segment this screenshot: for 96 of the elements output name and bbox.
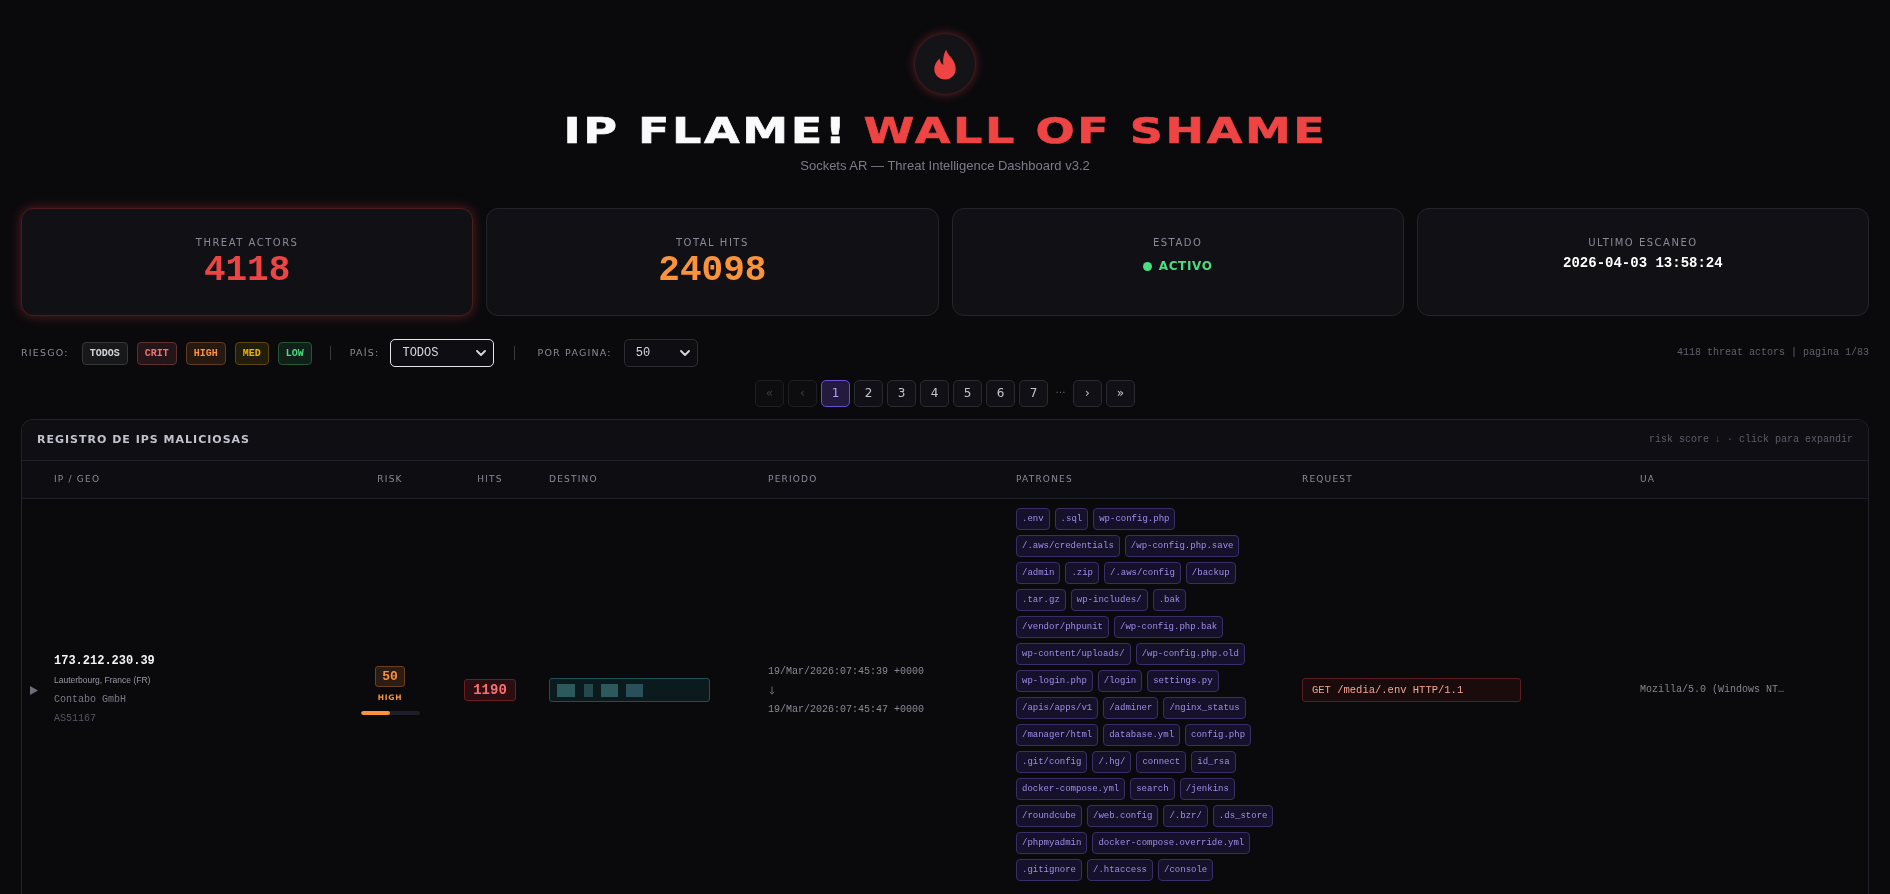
pattern-tag: /adminer: [1103, 697, 1159, 719]
pattern-tag: /.bzr/: [1163, 805, 1208, 827]
risk-filter-label: RIESGO:: [21, 347, 69, 359]
results-summary: 4118 threat actors | pagina 1/83: [1676, 347, 1869, 359]
column-header: RISK: [377, 474, 403, 485]
pattern-tag: .bak: [1152, 589, 1187, 611]
pattern-tag: .tar.gz: [1016, 589, 1066, 611]
pattern-tag: /wp-config.php.old: [1135, 643, 1245, 665]
pattern-tag: /wp-config.php.save: [1124, 535, 1240, 557]
expand-caret-icon[interactable]: [30, 685, 38, 695]
table-title: REGISTRO DE IPS MALICIOSAS: [37, 433, 250, 447]
flame-logo-icon: [914, 33, 976, 95]
pattern-tag: /admin: [1016, 562, 1061, 584]
next-page-button[interactable]: ›: [1073, 380, 1102, 407]
page-button[interactable]: 7: [1019, 380, 1048, 407]
pattern-tag: /wp-config.php.bak: [1114, 616, 1224, 638]
pattern-tag: .gitignore: [1016, 859, 1082, 881]
risk-score-badge: 50: [375, 665, 405, 687]
pattern-tag: config.php: [1185, 724, 1252, 746]
pattern-tag: /phpmyadmin: [1016, 832, 1088, 854]
pattern-tag: /.aws/config: [1104, 562, 1181, 584]
chevron-down-icon: [476, 350, 487, 356]
period-start: 19/Mar/2026:07:45:39 +0000: [768, 664, 925, 679]
hits-badge: 1190: [464, 679, 516, 701]
risk-filter-button[interactable]: LOW: [277, 341, 312, 365]
pattern-tag: /nginx_status: [1163, 697, 1246, 719]
risk-filter-button[interactable]: CRIT: [136, 341, 177, 365]
pattern-tag: wp-content/uploads/: [1016, 643, 1131, 665]
column-header: REQUEST: [1302, 474, 1353, 485]
risk-filter-button[interactable]: MED: [234, 341, 269, 365]
pattern-tag: /vendor/phpunit: [1016, 616, 1109, 638]
pattern-tag: id_rsa: [1191, 751, 1236, 773]
pattern-tag: wp-includes/: [1070, 589, 1148, 611]
page-button[interactable]: 5: [953, 380, 982, 407]
pattern-tag: .sql: [1054, 508, 1089, 530]
pattern-tag: /.hg/: [1092, 751, 1132, 773]
status-value: ACTIVO: [1158, 258, 1213, 274]
scan-timestamp: 2026-04-03 13:58:24: [1563, 255, 1723, 271]
table-hint: risk score ↓ · click para expandir: [1648, 434, 1853, 446]
pagination-ellipsis: …: [1054, 384, 1067, 395]
pattern-tag: /roundcube: [1016, 805, 1082, 827]
country-select[interactable]: TODOS: [390, 339, 495, 367]
pattern-tag: .git/config: [1016, 751, 1088, 773]
pattern-tag: /jenkins: [1179, 778, 1235, 800]
stat-label: THREAT ACTORS: [195, 236, 299, 249]
column-header: PATRONES: [1016, 474, 1073, 485]
page-button[interactable]: 1: [821, 380, 850, 407]
last-page-button[interactable]: »: [1106, 380, 1135, 407]
pattern-tag: connect: [1136, 751, 1187, 773]
page-button[interactable]: 4: [920, 380, 949, 407]
stat-value: 24098: [658, 251, 767, 291]
chevron-down-icon: [679, 350, 690, 356]
pattern-tag: docker-compose.yml: [1016, 778, 1126, 800]
pattern-tag: search: [1130, 778, 1175, 800]
pattern-tag: .ds_store: [1212, 805, 1274, 827]
column-header: HITS: [477, 474, 503, 485]
per-page-select[interactable]: 50: [623, 339, 698, 367]
risk-filter-button[interactable]: HIGH: [185, 341, 226, 365]
pattern-tag: /login: [1097, 670, 1143, 692]
location-text: Lauterbourg, France (FR): [54, 673, 151, 687]
pattern-tag: /.aws/credentials: [1016, 535, 1120, 557]
ip-address: 173.212.230.39: [54, 652, 155, 670]
country-filter-label: PAÍS:: [349, 347, 380, 359]
down-arrow-icon: [769, 685, 775, 695]
pattern-tag: .env: [1016, 508, 1050, 530]
pattern-tag: database.yml: [1103, 724, 1181, 746]
page-button[interactable]: 3: [887, 380, 916, 407]
user-agent-text: Mozilla/5.0 (Windows NT…: [1640, 683, 1785, 697]
stat-label: ULTIMO ESCANEO: [1588, 236, 1698, 249]
risk-filter-button[interactable]: TODOS: [81, 341, 128, 365]
column-header: UA: [1640, 474, 1656, 485]
organization-name: Contabo GmbH: [54, 692, 126, 707]
column-header: IP / GEO: [54, 474, 101, 485]
column-header: DESTINO: [549, 474, 598, 485]
column-header: PERIODO: [768, 474, 818, 485]
pattern-tag: docker-compose.override.yml: [1092, 832, 1251, 854]
pattern-tag: /.htaccess: [1087, 859, 1154, 881]
pattern-tag: settings.py: [1147, 670, 1219, 692]
pattern-tag: .zip: [1065, 562, 1099, 584]
asn-number: AS51167: [54, 711, 96, 726]
stat-value: 4118: [203, 251, 291, 291]
stat-label: TOTAL HITS: [675, 236, 749, 249]
per-page-label: POR PAGINA:: [537, 347, 612, 359]
stat-label: ESTADO: [1152, 236, 1203, 249]
pattern-tag: /console: [1158, 859, 1214, 881]
page-subtitle: Sockets AR — Threat Intelligence Dashboard v3.2: [800, 158, 1090, 173]
pattern-tag: /web.config: [1087, 805, 1159, 827]
pattern-tag: wp-login.php: [1016, 670, 1093, 692]
pattern-tag: wp-config.php: [1093, 508, 1176, 530]
pattern-tag: /manager/html: [1016, 724, 1099, 746]
page-button[interactable]: 6: [986, 380, 1015, 407]
pattern-tag: /apis/apps/v1: [1016, 697, 1099, 719]
page-button[interactable]: 2: [854, 380, 883, 407]
period-end: 19/Mar/2026:07:45:47 +0000: [768, 702, 925, 717]
page-title: IP FLAME! WALL OF SHAME: [563, 113, 1327, 149]
pattern-tag: /backup: [1185, 562, 1236, 584]
